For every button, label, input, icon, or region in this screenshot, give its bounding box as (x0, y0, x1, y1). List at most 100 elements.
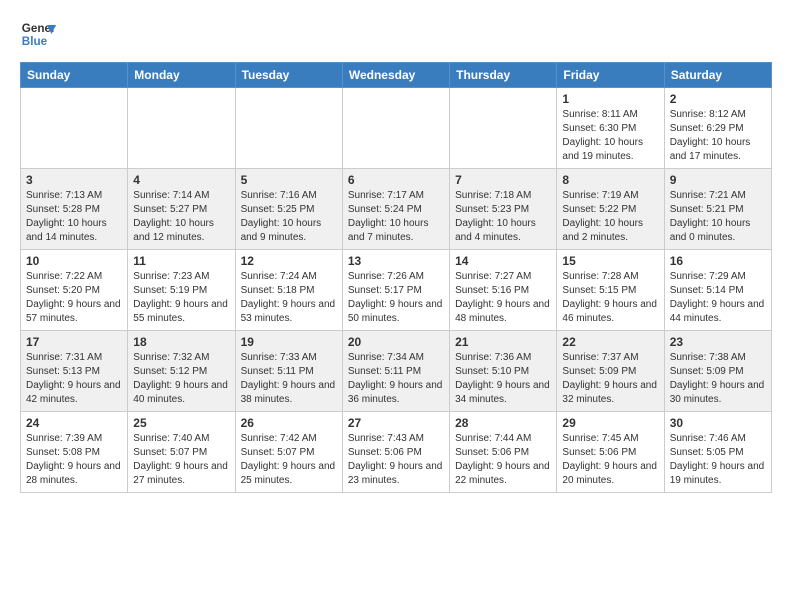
day-number: 4 (133, 173, 229, 187)
calendar-cell: 13Sunrise: 7:26 AM Sunset: 5:17 PM Dayli… (342, 250, 449, 331)
calendar-week-row: 24 Sunrise: 7:39 AM Sunset: 5:08 PM Dayli… (21, 412, 772, 493)
calendar-cell: 14 Sunrise: 7:27 AM Sunset: 5:16 PM Dayli… (450, 250, 557, 331)
calendar-dow-wednesday: Wednesday (342, 63, 449, 88)
calendar-dow-tuesday: Tuesday (235, 63, 342, 88)
calendar-cell: 17 Sunrise: 7:31 AM Sunset: 5:13 PM Dayli… (21, 331, 128, 412)
calendar-cell (235, 88, 342, 169)
calendar-cell: 1Sunrise: 8:11 AM Sunset: 6:30 PM Daylig… (557, 88, 664, 169)
day-info: Sunrise: 7:26 AM Sunset: 5:17 PM Dayligh… (348, 270, 444, 326)
day-number: 30 (670, 416, 766, 430)
day-number: 7 (455, 173, 551, 187)
calendar-dow-friday: Friday (557, 63, 664, 88)
day-number: 5 (241, 173, 337, 187)
day-number: 26 (241, 416, 337, 430)
day-number: 28 (455, 416, 551, 430)
day-number: 15 (562, 254, 658, 268)
day-number: 19 (241, 335, 337, 349)
day-info: Sunrise: 7:19 AM Sunset: 5:22 PM Dayligh… (562, 189, 658, 245)
day-number: 23 (670, 335, 766, 349)
day-info: Sunrise: 7:14 AM Sunset: 5:27 PM Dayligh… (133, 189, 229, 245)
day-info: Sunrise: 7:16 AM Sunset: 5:25 PM Dayligh… (241, 189, 337, 245)
day-number: 20 (348, 335, 444, 349)
calendar-cell: 2 Sunrise: 8:12 AM Sunset: 6:29 PM Daylig… (664, 88, 771, 169)
calendar-cell: 4 Sunrise: 7:14 AM Sunset: 5:27 PM Daylig… (128, 169, 235, 250)
day-info: Sunrise: 7:22 AM Sunset: 5:20 PM Dayligh… (26, 270, 122, 326)
calendar-cell: 27 Sunrise: 7:43 AM Sunset: 5:06 PM Dayli… (342, 412, 449, 493)
day-number: 18 (133, 335, 229, 349)
day-info: Sunrise: 7:34 AM Sunset: 5:11 PM Dayligh… (348, 351, 444, 407)
day-number: 17 (26, 335, 122, 349)
calendar-week-row: 17 Sunrise: 7:31 AM Sunset: 5:13 PM Dayli… (21, 331, 772, 412)
day-info: Sunrise: 7:18 AM Sunset: 5:23 PM Dayligh… (455, 189, 551, 245)
calendar-cell: 26 Sunrise: 7:42 AM Sunset: 5:07 PM Dayli… (235, 412, 342, 493)
day-info: Sunrise: 7:42 AM Sunset: 5:07 PM Dayligh… (241, 432, 337, 488)
calendar-cell: 20 Sunrise: 7:34 AM Sunset: 5:11 PM Dayli… (342, 331, 449, 412)
calendar-dow-thursday: Thursday (450, 63, 557, 88)
calendar-dow-saturday: Saturday (664, 63, 771, 88)
calendar-cell: 3Sunrise: 7:13 AM Sunset: 5:28 PM Daylig… (21, 169, 128, 250)
day-number: 27 (348, 416, 444, 430)
calendar-cell: 19 Sunrise: 7:33 AM Sunset: 5:11 PM Dayli… (235, 331, 342, 412)
day-info: Sunrise: 7:43 AM Sunset: 5:06 PM Dayligh… (348, 432, 444, 488)
day-info: Sunrise: 7:31 AM Sunset: 5:13 PM Dayligh… (26, 351, 122, 407)
day-number: 29 (562, 416, 658, 430)
day-number: 16 (670, 254, 766, 268)
svg-text:Blue: Blue (22, 35, 48, 48)
calendar-week-row: 10Sunrise: 7:22 AM Sunset: 5:20 PM Dayli… (21, 250, 772, 331)
day-number: 9 (670, 173, 766, 187)
calendar-dow-sunday: Sunday (21, 63, 128, 88)
calendar-cell: 5 Sunrise: 7:16 AM Sunset: 5:25 PM Daylig… (235, 169, 342, 250)
calendar-cell (21, 88, 128, 169)
day-number: 22 (562, 335, 658, 349)
day-number: 12 (241, 254, 337, 268)
day-info: Sunrise: 7:17 AM Sunset: 5:24 PM Dayligh… (348, 189, 444, 245)
day-info: Sunrise: 8:11 AM Sunset: 6:30 PM Dayligh… (562, 108, 658, 164)
calendar-week-row: 1Sunrise: 8:11 AM Sunset: 6:30 PM Daylig… (21, 88, 772, 169)
day-info: Sunrise: 7:46 AM Sunset: 5:05 PM Dayligh… (670, 432, 766, 488)
day-number: 24 (26, 416, 122, 430)
calendar-cell: 30 Sunrise: 7:46 AM Sunset: 5:05 PM Dayli… (664, 412, 771, 493)
calendar-cell: 29 Sunrise: 7:45 AM Sunset: 5:06 PM Dayli… (557, 412, 664, 493)
day-number: 2 (670, 92, 766, 106)
calendar-cell: 21 Sunrise: 7:36 AM Sunset: 5:10 PM Dayli… (450, 331, 557, 412)
day-number: 3 (26, 173, 122, 187)
calendar-cell: 23 Sunrise: 7:38 AM Sunset: 5:09 PM Dayli… (664, 331, 771, 412)
day-number: 21 (455, 335, 551, 349)
calendar-header-row: SundayMondayTuesdayWednesdayThursdayFrid… (21, 63, 772, 88)
calendar-cell (450, 88, 557, 169)
day-info: Sunrise: 7:45 AM Sunset: 5:06 PM Dayligh… (562, 432, 658, 488)
day-info: Sunrise: 7:32 AM Sunset: 5:12 PM Dayligh… (133, 351, 229, 407)
day-info: Sunrise: 7:33 AM Sunset: 5:11 PM Dayligh… (241, 351, 337, 407)
calendar-cell: 8Sunrise: 7:19 AM Sunset: 5:22 PM Daylig… (557, 169, 664, 250)
calendar-cell: 24 Sunrise: 7:39 AM Sunset: 5:08 PM Dayli… (21, 412, 128, 493)
header: General Blue (20, 16, 772, 52)
day-info: Sunrise: 7:24 AM Sunset: 5:18 PM Dayligh… (241, 270, 337, 326)
calendar-cell: 18 Sunrise: 7:32 AM Sunset: 5:12 PM Dayli… (128, 331, 235, 412)
calendar-dow-monday: Monday (128, 63, 235, 88)
logo: General Blue (20, 16, 56, 52)
day-number: 14 (455, 254, 551, 268)
day-number: 25 (133, 416, 229, 430)
day-info: Sunrise: 7:36 AM Sunset: 5:10 PM Dayligh… (455, 351, 551, 407)
page: General Blue SundayMondayTuesdayWednesda… (0, 0, 792, 509)
day-info: Sunrise: 7:28 AM Sunset: 5:15 PM Dayligh… (562, 270, 658, 326)
calendar-cell: 12 Sunrise: 7:24 AM Sunset: 5:18 PM Dayli… (235, 250, 342, 331)
logo-icon: General Blue (20, 16, 56, 52)
day-number: 11 (133, 254, 229, 268)
day-info: Sunrise: 7:27 AM Sunset: 5:16 PM Dayligh… (455, 270, 551, 326)
day-info: Sunrise: 7:44 AM Sunset: 5:06 PM Dayligh… (455, 432, 551, 488)
day-info: Sunrise: 7:38 AM Sunset: 5:09 PM Dayligh… (670, 351, 766, 407)
calendar-cell: 7 Sunrise: 7:18 AM Sunset: 5:23 PM Daylig… (450, 169, 557, 250)
day-info: Sunrise: 7:23 AM Sunset: 5:19 PM Dayligh… (133, 270, 229, 326)
day-info: Sunrise: 7:21 AM Sunset: 5:21 PM Dayligh… (670, 189, 766, 245)
calendar-cell: 15 Sunrise: 7:28 AM Sunset: 5:15 PM Dayli… (557, 250, 664, 331)
calendar-cell: 10Sunrise: 7:22 AM Sunset: 5:20 PM Dayli… (21, 250, 128, 331)
day-info: Sunrise: 8:12 AM Sunset: 6:29 PM Dayligh… (670, 108, 766, 164)
calendar-cell: 16Sunrise: 7:29 AM Sunset: 5:14 PM Dayli… (664, 250, 771, 331)
calendar-cell (128, 88, 235, 169)
day-info: Sunrise: 7:39 AM Sunset: 5:08 PM Dayligh… (26, 432, 122, 488)
calendar-table: SundayMondayTuesdayWednesdayThursdayFrid… (20, 62, 772, 493)
calendar-cell: 25Sunrise: 7:40 AM Sunset: 5:07 PM Dayli… (128, 412, 235, 493)
calendar-cell: 6Sunrise: 7:17 AM Sunset: 5:24 PM Daylig… (342, 169, 449, 250)
calendar-cell: 9 Sunrise: 7:21 AM Sunset: 5:21 PM Daylig… (664, 169, 771, 250)
